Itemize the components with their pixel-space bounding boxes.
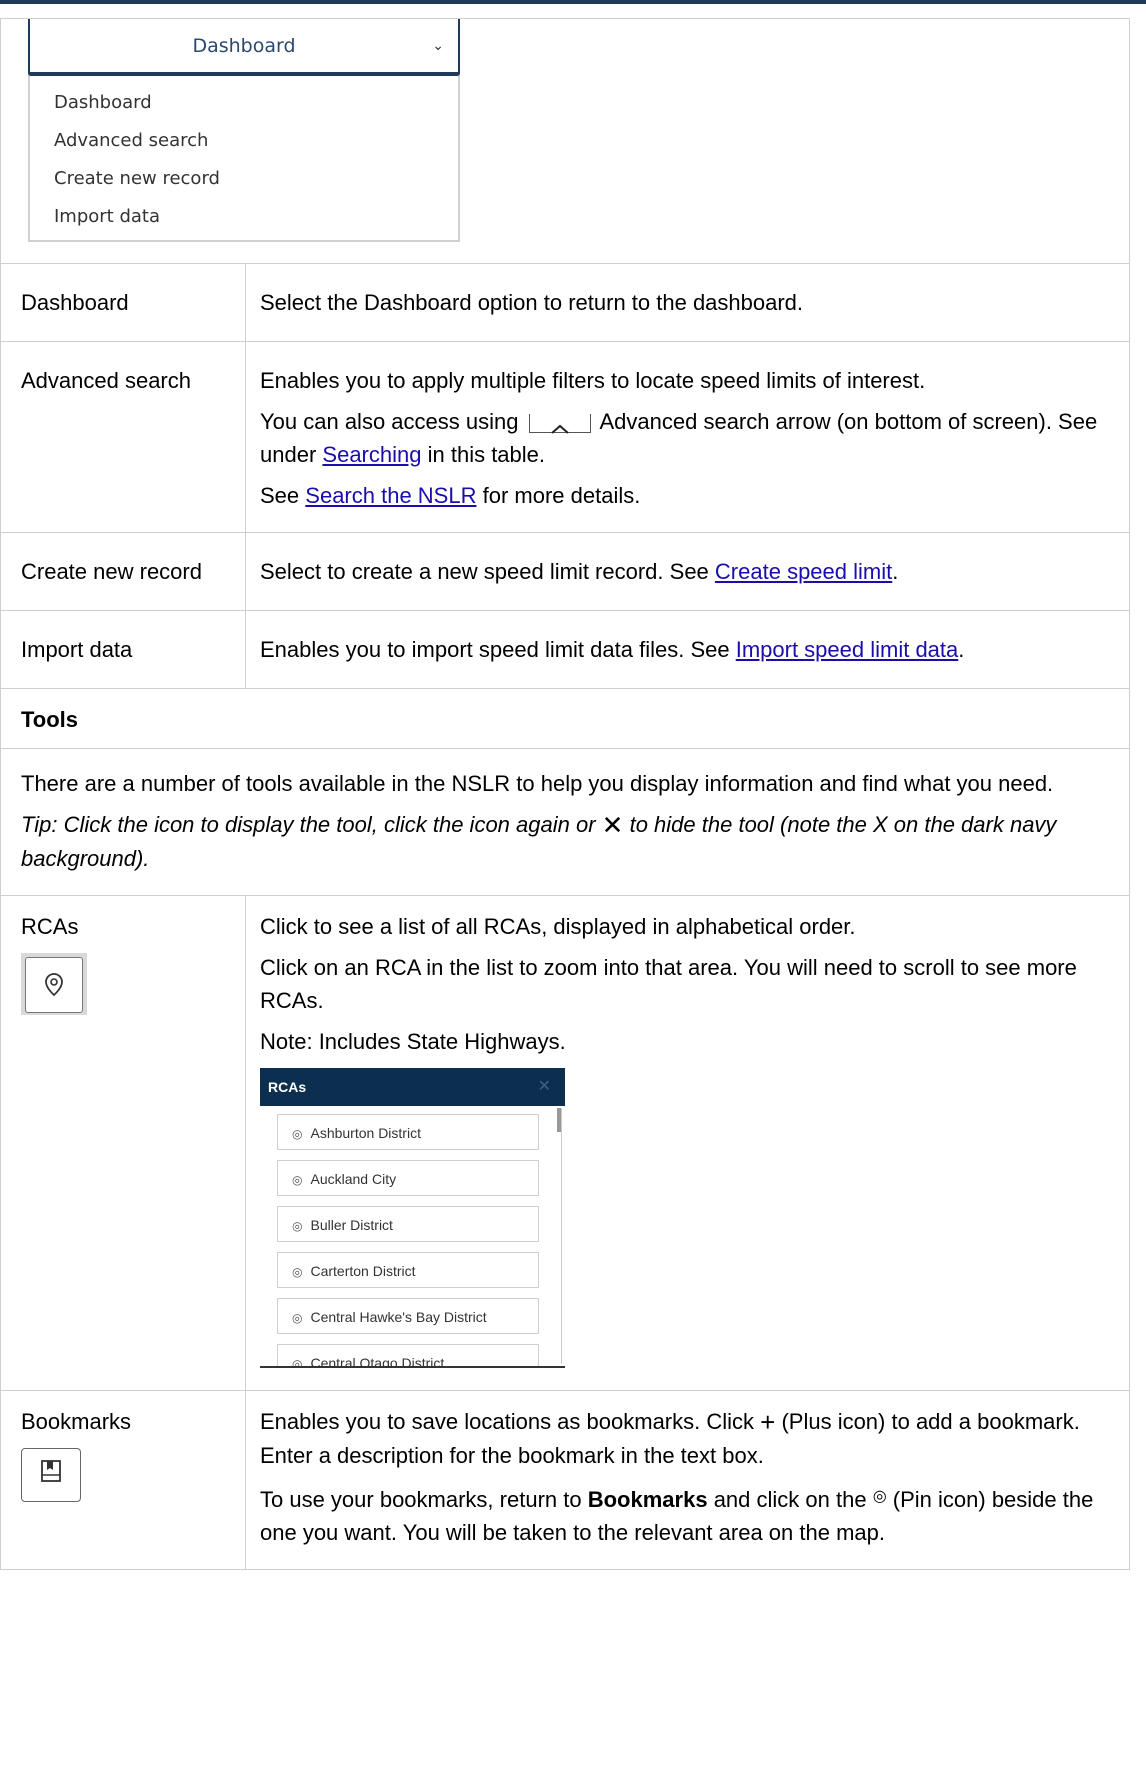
top-bar	[0, 0, 1146, 4]
desc-dashboard: Select the Dashboard option to return to…	[246, 264, 1129, 341]
tools-intro-cell: There are a number of tools available in…	[1, 749, 1129, 895]
list-item[interactable]: ◎ Ashburton District	[277, 1114, 539, 1150]
list-item[interactable]: ◎ Buller District	[277, 1206, 539, 1242]
view-select-value: Dashboard	[192, 35, 296, 57]
pin-icon: ◎	[872, 1488, 887, 1505]
term-create-new-record: Create new record	[1, 533, 246, 610]
desc-rcas: Click to see a list of all RCAs, display…	[246, 896, 1129, 1390]
rca-item-label: Auckland City	[310, 1171, 397, 1187]
table-row: RCAs Click to see a list of all RCAs, di…	[0, 896, 1130, 1391]
rcas-tool-button[interactable]	[21, 953, 87, 1015]
view-select[interactable]: Dashboard ⌄	[28, 19, 460, 74]
pin-icon: ◎	[292, 1173, 303, 1187]
rcas-desc-3: Note: Includes State Highways.	[260, 1029, 566, 1054]
dropdown-screenshot: Dashboard ⌄ Dashboard Advanced search Cr…	[28, 19, 460, 242]
bookmarks-tool-button[interactable]	[21, 1448, 81, 1502]
bookmarks-desc-1a: Enables you to save locations as bookmar…	[260, 1409, 755, 1434]
table-row: Tools	[0, 689, 1130, 749]
advanced-desc-2c: in this table.	[427, 442, 546, 467]
table-row: Advanced search Enables you to apply mul…	[0, 342, 1130, 533]
desc-create-new-record: Select to create a new speed limit recor…	[246, 533, 1129, 610]
tools-intro: There are a number of tools available in…	[21, 771, 1054, 796]
link-search-the-nslr[interactable]: Search the NSLR	[305, 483, 476, 508]
bookmarks-desc-1: Enables you to save locations as bookmar…	[260, 1405, 1115, 1472]
menu-item-create-new-record[interactable]: Create new record	[30, 160, 458, 198]
rcas-panel-header: RCAs ✕	[260, 1068, 565, 1106]
bookmarks-desc-2b: and click on the	[713, 1487, 867, 1512]
bookmarks-desc-2a: To use your bookmarks, return to	[260, 1487, 582, 1512]
desc-dashboard-text: Select the Dashboard option to return to…	[260, 290, 804, 315]
pin-icon	[25, 957, 83, 1013]
list-item[interactable]: ◎ Carterton District	[277, 1252, 539, 1288]
rcas-panel-screenshot: RCAs ✕ ◎ Ashburton District ◎ Auckland Cit…	[260, 1068, 565, 1368]
term-import-data: Import data	[1, 611, 246, 688]
create-desc-a: Select to create a new speed limit recor…	[260, 559, 709, 584]
advanced-desc-2a: You can also access using	[260, 409, 519, 434]
desc-bookmarks: Enables you to save locations as bookmar…	[246, 1391, 1129, 1569]
rca-item-label: Central Hawke's Bay District	[310, 1309, 487, 1325]
help-table: Dashboard ⌄ Dashboard Advanced search Cr…	[0, 18, 1130, 1570]
bookmark-icon	[40, 1459, 62, 1492]
pin-icon: ◎	[292, 1127, 303, 1141]
table-row: There are a number of tools available in…	[0, 749, 1130, 896]
term-advanced-search: Advanced search	[1, 342, 246, 532]
rca-item-label: Central Otago District	[310, 1355, 445, 1368]
import-desc: Enables you to import speed limit data f…	[260, 633, 1115, 666]
rcas-desc-1: Click to see a list of all RCAs, display…	[260, 914, 856, 939]
bookmarks-desc-2-bold: Bookmarks	[587, 1487, 708, 1512]
close-icon[interactable]: ✕	[538, 1068, 551, 1106]
link-searching[interactable]: Searching	[322, 442, 421, 467]
term-bookmarks-cell: Bookmarks	[1, 1391, 246, 1569]
pin-icon: ◎	[292, 1311, 303, 1325]
advanced-desc-3b: for more details.	[482, 483, 641, 508]
pin-icon: ◎	[292, 1219, 303, 1233]
link-create-speed-limit[interactable]: Create speed limit	[715, 559, 892, 584]
create-desc-b: .	[892, 559, 899, 584]
tools-heading: Tools	[21, 707, 79, 732]
advanced-desc-1: Enables you to apply multiple filters to…	[260, 368, 926, 393]
term-dashboard: Dashboard	[1, 264, 246, 341]
term-bookmarks: Bookmarks	[21, 1409, 132, 1434]
menu-item-dashboard[interactable]: Dashboard	[30, 84, 458, 122]
term-rcas-cell: RCAs	[1, 896, 246, 1390]
pin-icon: ◎	[292, 1357, 303, 1368]
list-item[interactable]: ◎ Central Otago District	[277, 1344, 539, 1368]
create-desc: Select to create a new speed limit recor…	[260, 555, 1115, 588]
desc-advanced-search: Enables you to apply multiple filters to…	[246, 342, 1129, 532]
advanced-desc-3a: See	[260, 483, 300, 508]
close-icon: ✕	[601, 810, 624, 840]
term-rcas: RCAs	[21, 914, 79, 939]
import-desc-a: Enables you to import speed limit data f…	[260, 637, 730, 662]
link-import-speed-limit-data[interactable]: Import speed limit data	[736, 637, 959, 662]
tools-tip-a: Tip: Click the icon to display the tool,…	[21, 812, 596, 837]
menu-item-import-data[interactable]: Import data	[30, 198, 458, 236]
rca-item-label: Carterton District	[310, 1263, 416, 1279]
advanced-desc-2: You can also access using Advanced searc…	[260, 405, 1115, 471]
rcas-desc-2: Click on an RCA in the list to zoom into…	[260, 955, 1077, 1013]
advanced-desc-3: See Search the NSLR for more details.	[260, 479, 1115, 512]
chevron-down-icon: ⌄	[432, 38, 444, 54]
rca-item-label: Ashburton District	[310, 1125, 421, 1141]
menu-item-advanced-search[interactable]: Advanced search	[30, 122, 458, 160]
table-row: Import data Enables you to import speed …	[0, 611, 1130, 689]
list-item[interactable]: ◎ Auckland City	[277, 1160, 539, 1196]
table-row: Dashboard Select the Dashboard option to…	[0, 264, 1130, 342]
table-row: Bookmarks Enables you to save locations …	[0, 1391, 1130, 1570]
rca-item-label: Buller District	[310, 1217, 393, 1233]
chevron-up-icon	[528, 413, 591, 434]
plus-icon: +	[760, 1407, 776, 1437]
pin-icon: ◎	[292, 1265, 303, 1279]
rcas-panel-title: RCAs	[268, 1079, 307, 1095]
rcas-list: ◎ Ashburton District ◎ Auckland City ◎ Bull…	[260, 1106, 565, 1368]
import-desc-b: .	[958, 637, 965, 662]
list-item[interactable]: ◎ Central Hawke's Bay District	[277, 1298, 539, 1334]
table-row: Create new record Select to create a new…	[0, 533, 1130, 611]
bookmarks-desc-2: To use your bookmarks, return to Bookmar…	[260, 1480, 1115, 1549]
dropdown-screenshot-row: Dashboard ⌄ Dashboard Advanced search Cr…	[0, 19, 1130, 264]
tools-tip: Tip: Click the icon to display the tool,…	[21, 808, 1109, 875]
desc-import-data: Enables you to import speed limit data f…	[246, 611, 1129, 688]
view-select-menu: Dashboard Advanced search Create new rec…	[28, 74, 460, 242]
